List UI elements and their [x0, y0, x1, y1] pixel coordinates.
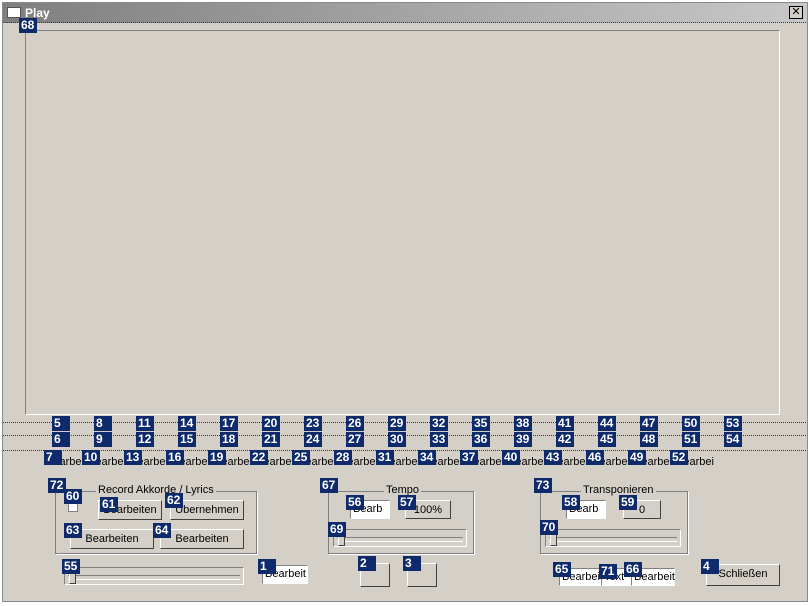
marker-badge-55: 55	[62, 559, 80, 574]
tempo-slider[interactable]	[333, 529, 467, 547]
marker-badge-28: 28	[334, 450, 352, 465]
marker-badge-69: 69	[328, 522, 346, 537]
top-divider	[3, 22, 806, 23]
marker-badge-2: 2	[358, 556, 376, 571]
marker-badge-39: 39	[514, 432, 532, 447]
marker-badge-24: 24	[304, 432, 322, 447]
marker-badge-60: 60	[64, 489, 82, 504]
marker-badge-68: 68	[19, 18, 37, 33]
marker-badge-72: 72	[48, 478, 66, 493]
transpose-slider[interactable]	[545, 529, 681, 547]
marker-badge-6: 6	[52, 432, 70, 447]
tempo-slider-track	[337, 537, 463, 542]
marker-badge-35: 35	[472, 416, 490, 431]
marker-badge-54: 54	[724, 432, 742, 447]
marker-badge-21: 21	[262, 432, 280, 447]
marker-badge-22: 22	[250, 450, 268, 465]
marker-badge-37: 37	[460, 450, 478, 465]
marker-badge-10: 10	[82, 450, 100, 465]
marker-badge-8: 8	[94, 416, 112, 431]
marker-badge-42: 42	[556, 432, 574, 447]
window-icon	[7, 7, 21, 18]
marker-badge-65: 65	[553, 562, 571, 577]
marker-badge-15: 15	[178, 432, 196, 447]
record-right-button[interactable]: Bearbeiten	[160, 529, 244, 549]
marker-badge-62: 62	[165, 493, 183, 508]
marker-badge-50: 50	[682, 416, 700, 431]
marker-badge-5: 5	[52, 416, 70, 431]
marker-badge-27: 27	[346, 432, 364, 447]
marker-badge-71: 71	[599, 564, 617, 579]
record-left-button[interactable]: Bearbeiten	[70, 529, 154, 549]
marker-badge-52: 52	[670, 450, 688, 465]
marker-badge-48: 48	[640, 432, 658, 447]
marker-badge-29: 29	[388, 416, 406, 431]
marker-badge-67: 67	[320, 478, 338, 493]
marker-badge-16: 16	[166, 450, 184, 465]
position-slider-track	[68, 575, 240, 580]
marker-badge-59: 59	[619, 495, 637, 510]
marker-badge-23: 23	[304, 416, 322, 431]
marker-badge-56: 56	[346, 495, 364, 510]
marker-badge-47: 47	[640, 416, 658, 431]
marker-badge-38: 38	[514, 416, 532, 431]
marker-badge-14: 14	[178, 416, 196, 431]
marker-badge-73: 73	[534, 478, 552, 493]
close-button[interactable]: ✕	[789, 6, 803, 19]
position-slider[interactable]	[64, 567, 244, 585]
marker-badge-30: 30	[388, 432, 406, 447]
marker-badge-26: 26	[346, 416, 364, 431]
marker-badge-20: 20	[262, 416, 280, 431]
marker-badge-58: 58	[562, 495, 580, 510]
marker-badge-34: 34	[418, 450, 436, 465]
marker-badge-7: 7	[44, 450, 62, 465]
marker-badge-36: 36	[472, 432, 490, 447]
marker-badge-18: 18	[220, 432, 238, 447]
marker-badge-46: 46	[586, 450, 604, 465]
marker-badge-17: 17	[220, 416, 238, 431]
marker-badge-1: 1	[258, 559, 276, 574]
marker-badge-41: 41	[556, 416, 574, 431]
marker-badge-40: 40	[502, 450, 520, 465]
marker-badge-64: 64	[153, 523, 171, 538]
marker-badge-57: 57	[398, 495, 416, 510]
title-bar[interactable]: Play ✕	[3, 3, 807, 23]
marker-badge-66: 66	[624, 562, 642, 577]
marker-badge-9: 9	[94, 432, 112, 447]
marker-badge-31: 31	[376, 450, 394, 465]
marker-badge-51: 51	[682, 432, 700, 447]
marker-badge-12: 12	[136, 432, 154, 447]
marker-badge-49: 49	[628, 450, 646, 465]
marker-badge-33: 33	[430, 432, 448, 447]
marker-badge-25: 25	[292, 450, 310, 465]
record-group-title: Record Akkorde / Lyrics	[96, 484, 216, 496]
marker-badge-4: 4	[701, 559, 719, 574]
marker-badge-13: 13	[124, 450, 142, 465]
marker-badge-53: 53	[724, 416, 742, 431]
marker-badge-3: 3	[403, 556, 421, 571]
display-panel	[25, 30, 780, 415]
marker-badge-11: 11	[136, 416, 154, 431]
marker-badge-19: 19	[208, 450, 226, 465]
marker-badge-63: 63	[64, 523, 82, 538]
marker-badge-70: 70	[540, 520, 558, 535]
marker-badge-43: 43	[544, 450, 562, 465]
marker-badge-44: 44	[598, 416, 616, 431]
marker-badge-32: 32	[430, 416, 448, 431]
marker-badge-45: 45	[598, 432, 616, 447]
transpose-slider-track	[549, 537, 677, 542]
marker-badge-61: 61	[100, 497, 118, 512]
